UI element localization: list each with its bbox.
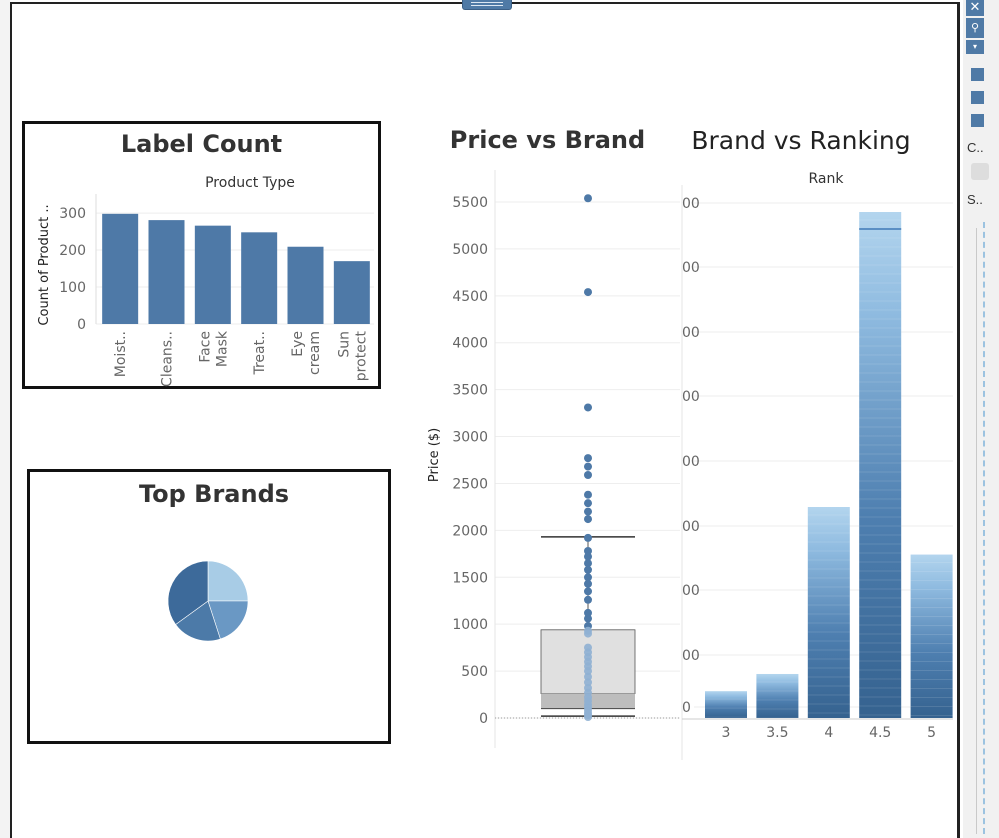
y-tick-label: 00	[682, 325, 700, 341]
y-tick-label: 00	[682, 454, 700, 470]
bar	[756, 673, 799, 718]
dashboard-frame: ✕ ⚲ ▾ C.. S.. Label Count Product Type 3…	[0, 0, 999, 838]
bar	[910, 554, 953, 718]
brand-vs-ranking-chart: 000000000000000003 3.5 4 4.5 5	[681, 185, 953, 760]
bar	[859, 212, 902, 718]
y-tick-label: 0	[682, 700, 691, 716]
y-tick-label: 00	[682, 583, 700, 599]
x-tick-label: 4	[824, 725, 833, 741]
x-tick-label: 4.5	[869, 725, 891, 741]
y-tick-label: 00	[682, 519, 700, 535]
bar	[705, 691, 747, 718]
x-tick-label: 3.5	[766, 725, 788, 741]
x-tick-label: 3	[722, 725, 731, 741]
y-tick-label: 00	[682, 260, 700, 276]
y-tick-label: 00	[682, 196, 700, 212]
y-tick-label: 00	[682, 648, 700, 664]
y-tick-label: 00	[682, 389, 700, 405]
x-tick-label: 5	[927, 725, 936, 741]
